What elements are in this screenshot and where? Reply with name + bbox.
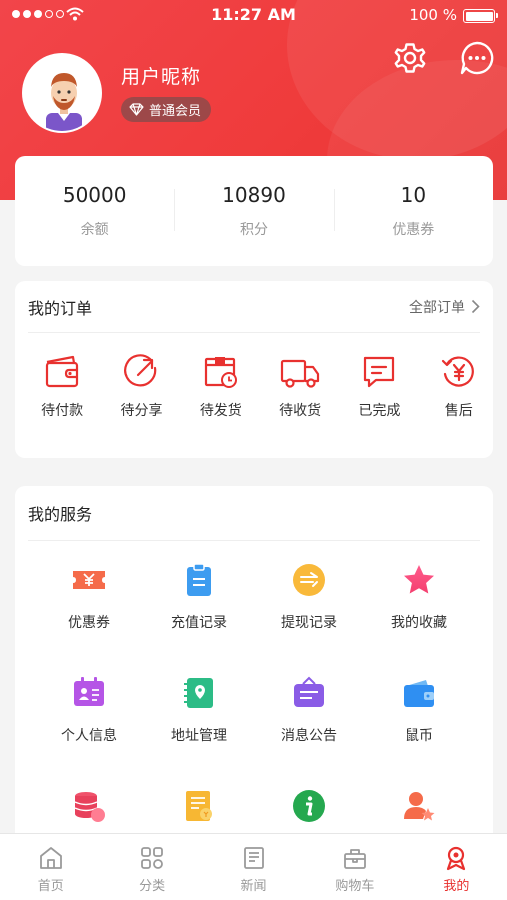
truck-icon xyxy=(281,359,320,388)
all-orders-label: 全部订单 xyxy=(409,299,465,316)
service-label: 消息公告 xyxy=(281,728,337,744)
battery-icon xyxy=(463,9,498,23)
tab-label: 新闻 xyxy=(240,879,267,894)
stat-balance[interactable]: 50000 余额 xyxy=(15,183,174,239)
nickname[interactable]: 用户昵称 xyxy=(121,62,201,89)
gear-icon[interactable] xyxy=(392,40,428,76)
service-withdraw-records[interactable]: 提现记录 xyxy=(254,562,364,647)
service-coins[interactable]: 鼠币 xyxy=(364,675,474,760)
message-check-icon xyxy=(364,356,395,388)
service-personal-info[interactable]: 个人信息 xyxy=(34,675,144,760)
clipboard-icon xyxy=(187,563,211,596)
tab-label: 购物车 xyxy=(335,879,375,894)
orders-header: 我的订单 全部订单 xyxy=(28,281,480,333)
stat-value: 50000 xyxy=(62,183,127,207)
category-icon xyxy=(141,847,164,869)
account-stats-card: 50000 余额 10890 积分 10 优惠券 xyxy=(15,156,493,266)
tab-label: 分类 xyxy=(139,879,166,894)
services-title: 我的服务 xyxy=(28,505,93,524)
coupon-icon xyxy=(73,571,105,589)
package-clock-icon xyxy=(204,357,237,388)
orders-title: 我的订单 xyxy=(28,298,93,318)
service-label: 充值记录 xyxy=(171,615,227,631)
order-item-label: 待发货 xyxy=(199,403,242,419)
service-coupons[interactable]: 优惠券 xyxy=(34,562,144,647)
order-item-label: 待收货 xyxy=(279,403,322,419)
service-label: 提现记录 xyxy=(281,615,337,631)
order-pending-share[interactable]: 待分享 xyxy=(107,353,175,420)
coins-icon xyxy=(74,792,105,822)
user-star-icon xyxy=(404,792,435,821)
order-item-label: 待分享 xyxy=(120,403,163,419)
tab-news[interactable]: 新闻 xyxy=(203,834,304,900)
more-chat-icon[interactable] xyxy=(459,40,495,76)
order-after-sales[interactable]: 售后 xyxy=(425,353,493,420)
order-pending-shipment[interactable]: 待发货 xyxy=(187,353,255,420)
refund-icon xyxy=(441,356,474,387)
service-label: 个人信息 xyxy=(61,728,117,744)
cart-icon xyxy=(344,849,366,869)
diamond-icon xyxy=(129,103,144,116)
service-announcements[interactable]: 消息公告 xyxy=(254,675,364,760)
battery-percentage: 100 % xyxy=(409,6,457,24)
tab-label: 首页 xyxy=(37,879,64,894)
order-pending-receipt[interactable]: 待收货 xyxy=(266,353,334,420)
avatar[interactable] xyxy=(22,53,102,133)
bottom-tab-bar: 首页 分类 新闻 购物车 我的 xyxy=(0,833,507,900)
bill-icon xyxy=(186,791,212,821)
chevron-right-icon xyxy=(471,299,480,314)
location-book-icon xyxy=(184,678,213,708)
order-pending-payment[interactable]: 待付款 xyxy=(28,353,96,420)
withdraw-icon xyxy=(293,564,325,596)
id-card-icon xyxy=(74,677,104,706)
member-level-badge: 普通会员 xyxy=(121,97,212,122)
info-icon xyxy=(293,790,325,822)
wallet-icon xyxy=(46,355,79,388)
service-favorites[interactable]: 我的收藏 xyxy=(364,562,474,647)
wallet-blue-icon xyxy=(404,680,434,707)
tab-profile[interactable]: 我的 xyxy=(406,834,507,900)
service-recharge-records[interactable]: 充值记录 xyxy=(144,562,254,647)
stat-label: 优惠券 xyxy=(392,222,435,238)
tab-cart[interactable]: 购物车 xyxy=(304,834,405,900)
my-services-card: 我的服务 优惠券 充值记录 提现记录 我的收藏 个人信息 地址管理 消息公告 鼠… xyxy=(15,486,493,856)
service-label: 我的收藏 xyxy=(391,615,447,631)
tab-label: 我的 xyxy=(443,879,470,894)
service-label: 地址管理 xyxy=(171,728,227,744)
stat-label: 积分 xyxy=(239,222,268,238)
order-item-label: 已完成 xyxy=(358,403,401,419)
services-header: 我的服务 xyxy=(28,486,480,541)
stat-label: 余额 xyxy=(80,222,109,238)
order-item-label: 待付款 xyxy=(41,403,84,419)
stat-coupons[interactable]: 10 优惠券 xyxy=(333,183,493,239)
stat-value: 10890 xyxy=(222,183,286,207)
stat-value: 10 xyxy=(400,183,427,207)
tab-home[interactable]: 首页 xyxy=(0,834,101,900)
tab-category[interactable]: 分类 xyxy=(101,834,202,900)
stat-points[interactable]: 10890 积分 xyxy=(174,183,333,239)
all-orders-link[interactable]: 全部订单 xyxy=(409,297,480,317)
order-completed[interactable]: 已完成 xyxy=(345,353,413,420)
service-address-management[interactable]: 地址管理 xyxy=(144,675,254,760)
service-label: 鼠币 xyxy=(405,728,433,744)
home-icon xyxy=(39,847,62,869)
announcement-icon xyxy=(294,676,324,707)
status-bar: 11:27 AM 100 % xyxy=(0,0,507,30)
news-icon xyxy=(243,847,264,869)
star-icon xyxy=(404,565,434,594)
order-item-label: 售后 xyxy=(444,403,473,419)
share-icon xyxy=(124,354,157,387)
my-orders-card: 我的订单 全部订单 待付款 待分享 待发货 待收货 已完成 售后 xyxy=(15,281,493,458)
profile-icon xyxy=(447,846,466,871)
service-label: 优惠券 xyxy=(68,615,110,631)
member-level-text: 普通会员 xyxy=(149,104,202,119)
